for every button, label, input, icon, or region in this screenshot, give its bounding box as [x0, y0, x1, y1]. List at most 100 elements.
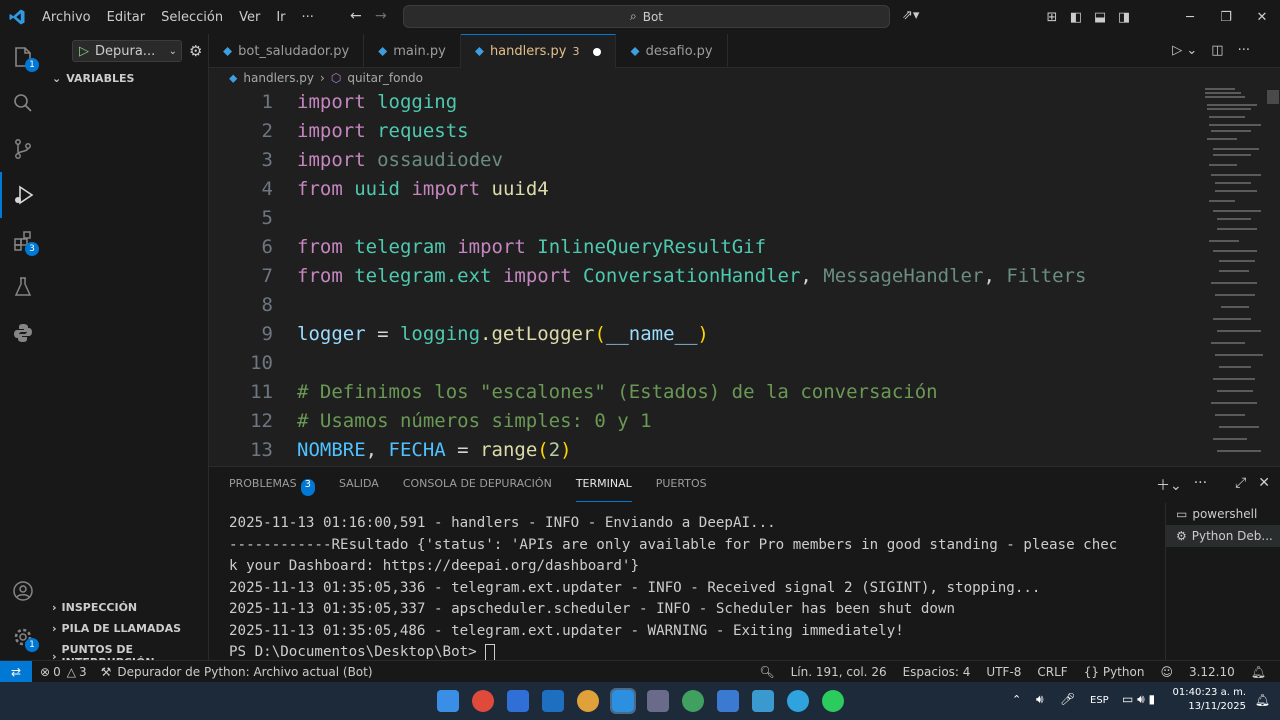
- account-icon[interactable]: [0, 568, 46, 614]
- breadcrumb-file[interactable]: handlers.py: [243, 71, 314, 85]
- call-stack-section[interactable]: › PILA DE LLAMADAS: [52, 622, 181, 635]
- restore-icon[interactable]: ❐: [1208, 10, 1244, 25]
- tab-bot-saludador[interactable]: ⬥ bot_saludador.py: [209, 34, 365, 68]
- terminal-icon: ▭: [1176, 507, 1188, 521]
- whatsapp-icon[interactable]: [822, 690, 844, 712]
- split-editor-icon[interactable]: ◫: [1211, 43, 1223, 58]
- breadcrumb-symbol[interactable]: quitar_fondo: [347, 71, 423, 85]
- more-actions-icon[interactable]: ···: [1238, 43, 1250, 58]
- source-control-icon[interactable]: [0, 126, 46, 172]
- network-icon[interactable]: ▭ 🔊︎ ▮: [1122, 692, 1155, 707]
- search-activity-icon[interactable]: [0, 80, 46, 126]
- minimap[interactable]: [1199, 68, 1280, 466]
- taskbar-clock[interactable]: 01:40:23 a. m. 13/11/2025: [1173, 686, 1247, 714]
- chrome-green-icon[interactable]: [682, 690, 704, 712]
- zoom-icon[interactable]: 🔍︎: [759, 665, 774, 679]
- code-token: import: [457, 236, 526, 258]
- tab-desafio[interactable]: ⬥ desafio.py: [616, 34, 728, 68]
- cursor-position[interactable]: Lín. 191, col. 26: [791, 665, 887, 679]
- menu-ir[interactable]: Ir: [268, 10, 293, 25]
- tab-problems[interactable]: PROBLEMAS 3: [229, 477, 315, 502]
- extensions-icon[interactable]: 3: [0, 218, 46, 264]
- minimize-icon[interactable]: ─: [1172, 10, 1208, 25]
- telegram-icon[interactable]: [787, 690, 809, 712]
- tray-chevron-icon[interactable]: ⌃: [1012, 693, 1021, 706]
- settings-gear-icon[interactable]: 1: [0, 614, 46, 660]
- tab-handlers[interactable]: ⬥ handlers.py 3: [460, 34, 617, 68]
- tab-debug-console[interactable]: CONSOLA DE DEPURACIÓN: [403, 477, 552, 502]
- forward-arrow-icon[interactable]: →: [375, 8, 387, 24]
- terminal-line: 2025-11-13 01:16:00,591 - handlers - INF…: [229, 515, 776, 531]
- run-debug-icon[interactable]: [0, 172, 46, 218]
- tab-ports[interactable]: PUERTOS: [656, 477, 707, 502]
- code-line: 13 NOMBRE, FECHA = range(2): [209, 436, 1199, 464]
- tab-terminal[interactable]: TERMINAL: [575, 477, 632, 502]
- menu-editar[interactable]: Editar: [99, 10, 154, 25]
- warning-count[interactable]: 3: [79, 665, 87, 679]
- remote-indicator-icon[interactable]: ⇄: [0, 660, 32, 683]
- layout-customize-icon[interactable]: ⊞: [1040, 10, 1064, 25]
- menu-archivo[interactable]: Archivo: [34, 10, 99, 25]
- store-icon[interactable]: [717, 690, 739, 712]
- toggle-secondary-sidebar-icon[interactable]: ◨: [1112, 10, 1136, 25]
- debug-config-select[interactable]: ▷ Depura... ⌄: [72, 40, 182, 62]
- line-number: 3: [261, 149, 273, 171]
- notification-icon[interactable]: 🔔︎: [1255, 693, 1270, 707]
- code-editor[interactable]: 1 import logging 2 import requests 3 imp…: [209, 88, 1199, 466]
- menu-ver[interactable]: Ver: [231, 10, 268, 25]
- start-debugging-icon[interactable]: ▷: [79, 44, 89, 59]
- toggle-sidebar-icon[interactable]: ◧: [1064, 10, 1088, 25]
- menu-more[interactable]: ···: [294, 10, 322, 25]
- start-windows-icon[interactable]: [437, 690, 459, 712]
- debug-status[interactable]: Depurador de Python: Archivo actual (Bot…: [117, 665, 372, 679]
- new-terminal-icon[interactable]: ＋⌄: [1156, 475, 1182, 495]
- microphone-icon[interactable]: 🎤︎: [1060, 692, 1075, 706]
- app-icon[interactable]: [647, 690, 669, 712]
- line-number: 1: [261, 91, 273, 113]
- inspection-section[interactable]: › INSPECCIÓN: [52, 601, 137, 614]
- maximize-panel-icon[interactable]: ⤢: [1235, 475, 1246, 495]
- tab-main[interactable]: ⬥ main.py: [364, 34, 461, 68]
- command-center-search[interactable]: ⌕ Bot: [403, 5, 890, 28]
- terminal-item-python-debug[interactable]: ⚙ Python Deb...: [1166, 525, 1280, 547]
- debug-settings-gear-icon[interactable]: ⚙: [189, 42, 202, 60]
- copilot-status-icon[interactable]: ☺: [1160, 665, 1173, 679]
- python-icon[interactable]: [0, 310, 46, 356]
- photos-icon[interactable]: [752, 690, 774, 712]
- tab-label: PROBLEMAS: [229, 477, 297, 490]
- run-file-icon[interactable]: ▷ ⌄: [1172, 43, 1197, 58]
- notifications-bell-icon[interactable]: 🔔︎: [1251, 665, 1266, 679]
- python-version[interactable]: 3.12.10: [1189, 665, 1235, 679]
- code-token: InlineQueryResultGif: [537, 236, 767, 258]
- language-indicator[interactable]: ESP: [1090, 695, 1109, 706]
- testing-flask-icon[interactable]: [0, 264, 46, 310]
- code-token: Filters: [1006, 265, 1087, 287]
- encoding[interactable]: UTF-8: [986, 665, 1021, 679]
- error-count[interactable]: 0: [53, 665, 61, 679]
- variables-section[interactable]: ⌄ VARIABLES: [52, 72, 134, 85]
- unsaved-dot-icon[interactable]: [593, 47, 602, 56]
- terminal-item-powershell[interactable]: ▭ powershell: [1166, 503, 1280, 525]
- indentation[interactable]: Espacios: 4: [903, 665, 971, 679]
- chrome-icon[interactable]: [472, 690, 494, 712]
- back-arrow-icon[interactable]: ←: [350, 8, 362, 24]
- more-actions-icon[interactable]: ···: [1194, 475, 1207, 495]
- file-explorer-icon[interactable]: [507, 690, 529, 712]
- copilot-icon[interactable]: ⇗▾: [902, 8, 919, 23]
- line-ending[interactable]: CRLF: [1037, 665, 1067, 679]
- speaker-icon[interactable]: 🔊︎: [1036, 692, 1044, 707]
- menu-seleccion[interactable]: Selección: [153, 10, 231, 25]
- outlook-icon[interactable]: [542, 690, 564, 712]
- error-icon[interactable]: ⊗: [40, 665, 50, 679]
- tab-label: bot_saludador.py: [238, 43, 350, 59]
- warning-icon[interactable]: △: [67, 665, 76, 679]
- vscode-taskbar-icon[interactable]: [610, 688, 636, 714]
- close-panel-icon[interactable]: ✕: [1258, 475, 1270, 495]
- terminal-output[interactable]: 2025-11-13 01:16:00,591 - handlers - INF…: [229, 513, 1149, 664]
- close-icon[interactable]: ✕: [1244, 10, 1280, 25]
- tab-output[interactable]: SALIDA: [339, 477, 379, 502]
- language-mode[interactable]: {} Python: [1084, 665, 1145, 679]
- toggle-panel-icon[interactable]: ⬓: [1088, 10, 1112, 25]
- chrome-profile-icon[interactable]: [577, 690, 599, 712]
- explorer-icon[interactable]: 1: [0, 34, 46, 80]
